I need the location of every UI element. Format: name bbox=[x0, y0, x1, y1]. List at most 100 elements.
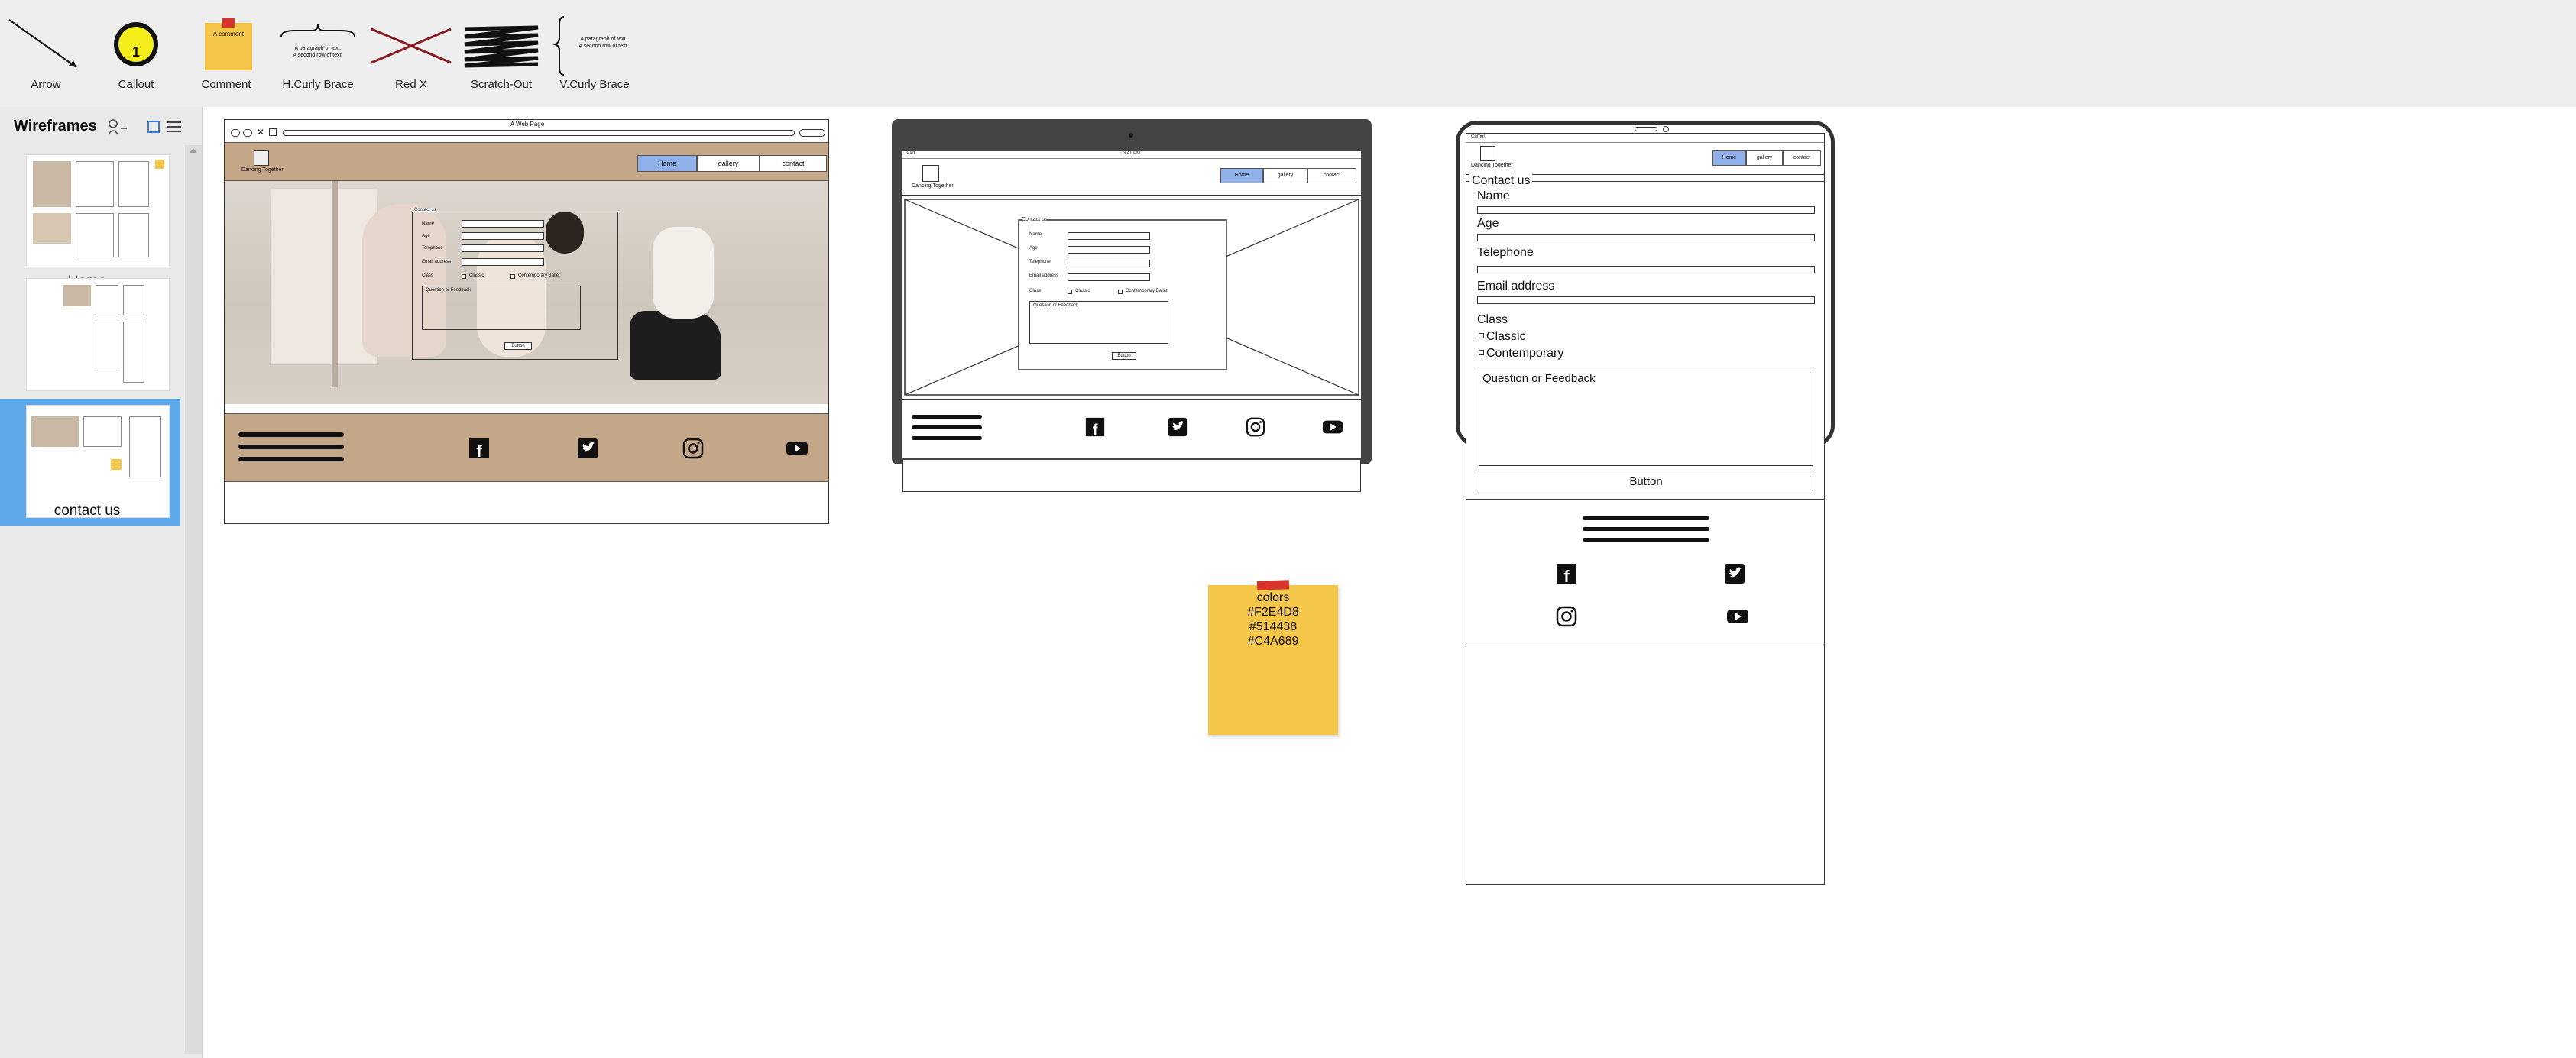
wireframes-sidebar: Wireframes Home bbox=[0, 107, 203, 1058]
page-item-home[interactable]: Home bbox=[0, 154, 180, 290]
browser-back-icon[interactable] bbox=[231, 129, 240, 137]
logo-placeholder bbox=[922, 165, 939, 182]
instagram-icon[interactable] bbox=[1245, 416, 1266, 438]
tablet-wireframe[interactable]: iPad 3:41 PM Dancing Together Home galle… bbox=[892, 119, 1372, 464]
nav-gallery[interactable]: gallery bbox=[697, 155, 760, 172]
telephone-input[interactable] bbox=[462, 244, 544, 252]
browser-search-field[interactable] bbox=[799, 129, 825, 137]
tablet-screen: iPad 3:41 PM Dancing Together Home galle… bbox=[902, 151, 1361, 458]
name-input[interactable] bbox=[1068, 232, 1150, 240]
age-input[interactable] bbox=[1477, 234, 1815, 241]
facebook-icon[interactable]: f bbox=[1084, 416, 1106, 438]
instagram-icon[interactable] bbox=[1555, 605, 1578, 628]
footer-scribble bbox=[238, 432, 344, 437]
name-input[interactable] bbox=[1477, 206, 1815, 214]
tool-comment[interactable]: A comment Comment bbox=[180, 14, 272, 98]
instagram-icon[interactable] bbox=[682, 437, 705, 460]
tool-callout[interactable]: 1 Callout bbox=[90, 14, 182, 98]
name-input[interactable] bbox=[462, 220, 544, 228]
checkbox-label-classic: Classic bbox=[469, 273, 484, 278]
browser-forward-icon[interactable] bbox=[243, 129, 252, 137]
tool-arrow[interactable]: Arrow bbox=[0, 14, 92, 98]
nav-home[interactable]: Home bbox=[1712, 150, 1746, 166]
logo-text: Dancing Together bbox=[241, 167, 284, 173]
twitter-icon[interactable] bbox=[576, 437, 599, 460]
footer-scribble bbox=[912, 425, 982, 429]
age-input[interactable] bbox=[462, 232, 544, 240]
form-label-name: Name bbox=[1029, 232, 1042, 237]
telephone-input[interactable] bbox=[1068, 260, 1150, 267]
list-view-icon[interactable] bbox=[167, 121, 181, 133]
page-thumbnail bbox=[26, 405, 170, 518]
feedback-textarea[interactable]: Question or Feedback bbox=[1479, 370, 1813, 466]
feedback-placeholder: Question or Feedback bbox=[1482, 372, 1596, 385]
hero-teacher-torso bbox=[653, 227, 714, 319]
page-item-contact-us[interactable]: contact us bbox=[0, 399, 180, 526]
red-x-icon bbox=[371, 28, 452, 64]
grid-view-icon[interactable] bbox=[147, 121, 160, 133]
twitter-icon[interactable] bbox=[1723, 562, 1746, 585]
nav-contact[interactable]: contact bbox=[1307, 168, 1356, 183]
browser-title: A Web Page bbox=[510, 121, 545, 128]
tool-red-x[interactable]: Red X bbox=[365, 14, 457, 98]
sticky-line-color-1: #F2E4D8 bbox=[1247, 606, 1299, 619]
submit-button[interactable]: Button bbox=[1112, 352, 1136, 360]
sticky-line-color-2: #514438 bbox=[1249, 620, 1298, 633]
phone-wireframe[interactable]: Carrier Dancing Together Home gallery co… bbox=[1466, 133, 1825, 885]
logo-placeholder bbox=[254, 150, 269, 166]
tool-h-curly-brace[interactable]: A paragraph of text. A second row of tex… bbox=[272, 14, 364, 98]
footer-scribble bbox=[238, 457, 344, 461]
submit-button[interactable]: Button bbox=[504, 342, 532, 350]
youtube-icon[interactable] bbox=[786, 437, 808, 460]
telephone-input[interactable] bbox=[1477, 266, 1815, 273]
nav-gallery[interactable]: gallery bbox=[1746, 150, 1783, 166]
tool-scratch-out[interactable]: Scratch-Out bbox=[455, 14, 547, 98]
form-label-email: Email address bbox=[1477, 280, 1555, 293]
browser-close-icon[interactable]: ✕ bbox=[257, 127, 264, 138]
email-input[interactable] bbox=[1477, 296, 1815, 304]
brace-text-2: A second row of text. bbox=[293, 53, 343, 58]
age-input[interactable] bbox=[1068, 246, 1150, 254]
facebook-icon[interactable]: f bbox=[1555, 562, 1578, 585]
page-thumbnail bbox=[26, 154, 170, 267]
colors-sticky-note[interactable]: colors #F2E4D8 #514438 #C4A689 bbox=[1208, 580, 1338, 735]
desktop-wireframe[interactable]: A Web Page ✕ Dancing Together Home galle… bbox=[224, 119, 829, 524]
facebook-icon[interactable]: f bbox=[468, 437, 491, 460]
youtube-icon[interactable] bbox=[1726, 605, 1749, 628]
browser-home-icon[interactable] bbox=[269, 128, 277, 136]
address-bar[interactable] bbox=[283, 130, 795, 136]
tool-v-curly-brace[interactable]: A paragraph of text. A second row of tex… bbox=[549, 14, 640, 98]
nav-contact[interactable]: contact bbox=[1783, 150, 1821, 166]
checkbox-contemporary[interactable] bbox=[1479, 350, 1484, 355]
checkbox-contemporary[interactable] bbox=[1118, 290, 1123, 294]
tablet-header: Dancing Together Home gallery contact bbox=[902, 159, 1361, 196]
email-input[interactable] bbox=[1068, 273, 1150, 281]
page-item-gallery[interactable]: gallery bbox=[0, 278, 180, 413]
feedback-textarea[interactable]: Question or Feedback bbox=[1029, 301, 1168, 344]
checkbox-label-classic: Classic bbox=[1486, 330, 1526, 343]
twitter-icon[interactable] bbox=[1167, 416, 1188, 438]
site-footer: f bbox=[225, 413, 828, 482]
sidebar-scrollbar[interactable] bbox=[185, 145, 202, 1054]
checkbox-classic[interactable] bbox=[462, 274, 466, 279]
checkbox-classic[interactable] bbox=[1068, 290, 1072, 294]
footer-scribble bbox=[1583, 538, 1709, 542]
youtube-icon[interactable] bbox=[1321, 416, 1344, 438]
add-page-icon[interactable] bbox=[107, 118, 127, 136]
form-label-age: Age bbox=[1029, 246, 1038, 251]
scroll-up-icon[interactable] bbox=[189, 147, 198, 154]
feedback-textarea[interactable]: Question or Feedback bbox=[422, 286, 581, 330]
nav-contact[interactable]: contact bbox=[760, 155, 827, 172]
wireframe-canvas[interactable]: A Web Page ✕ Dancing Together Home galle… bbox=[203, 107, 2576, 1058]
nav-gallery[interactable]: gallery bbox=[1263, 168, 1307, 183]
logo-text: Dancing Together bbox=[1471, 163, 1513, 168]
email-input[interactable] bbox=[462, 258, 544, 266]
checkbox-classic[interactable] bbox=[1479, 333, 1484, 338]
form-label-email: Email address bbox=[1029, 273, 1059, 278]
svg-text:f: f bbox=[1563, 567, 1570, 585]
submit-button[interactable]: Button bbox=[1479, 474, 1813, 490]
site-header: Dancing Together Home gallery contact bbox=[225, 143, 828, 181]
nav-home[interactable]: Home bbox=[637, 155, 697, 172]
nav-home[interactable]: Home bbox=[1220, 168, 1263, 183]
checkbox-contemporary[interactable] bbox=[510, 274, 515, 279]
